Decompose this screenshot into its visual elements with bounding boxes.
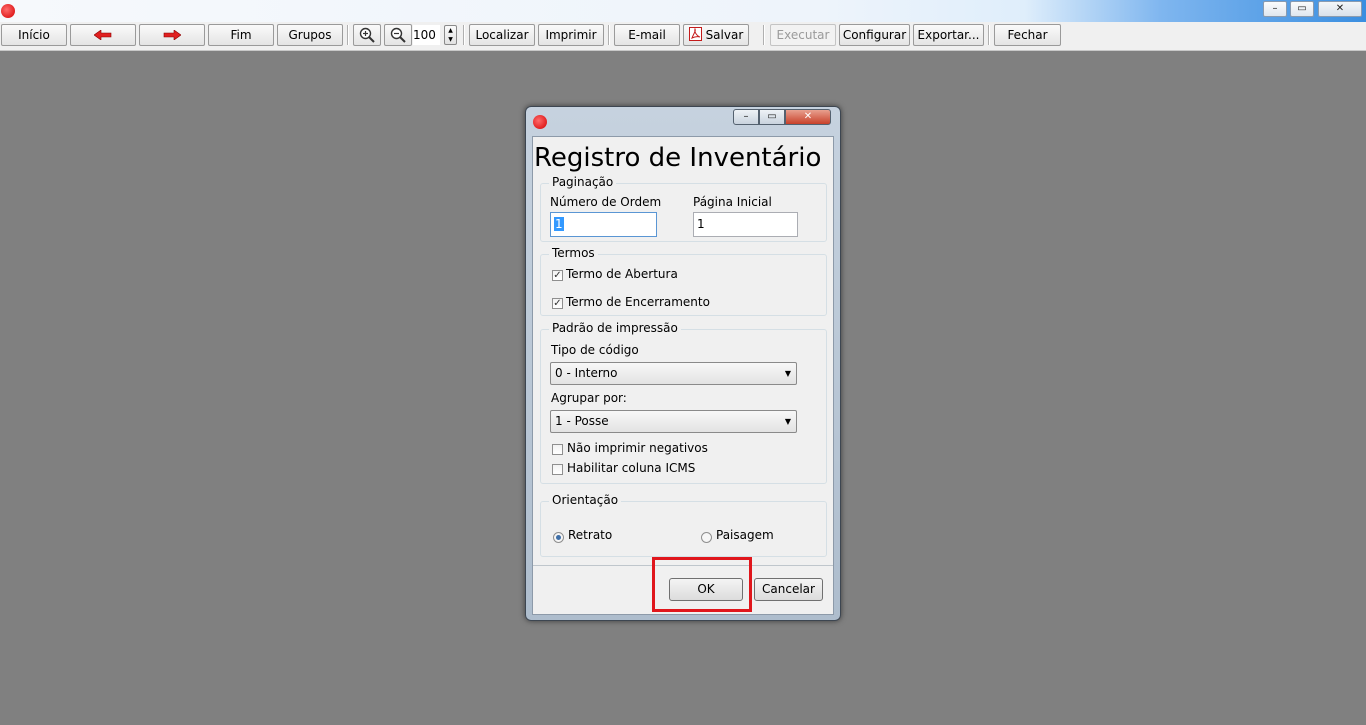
dialog-close-button[interactable]: ✕ bbox=[785, 109, 831, 125]
zoom-in-icon bbox=[359, 27, 375, 43]
grupos-button[interactable]: Grupos bbox=[277, 24, 343, 46]
arrow-left-icon bbox=[93, 29, 112, 41]
tipo-codigo-label: Tipo de código bbox=[551, 343, 639, 357]
dialog-body: Registro de Inventário Paginação Número … bbox=[532, 136, 834, 615]
configurar-button[interactable]: Configurar bbox=[839, 24, 910, 46]
dialog-logo-icon bbox=[533, 115, 547, 129]
paisagem-label[interactable]: Paisagem bbox=[716, 528, 774, 542]
dialog-minimize-button[interactable]: – bbox=[733, 109, 759, 125]
tipo-codigo-select[interactable]: 0 - Interno ▼ bbox=[550, 362, 797, 385]
chevron-up-icon[interactable]: ▲ bbox=[445, 26, 456, 35]
orientacao-legend: Orientação bbox=[549, 493, 622, 507]
chevron-down-icon: ▼ bbox=[784, 369, 791, 378]
tipo-codigo-value: 0 - Interno bbox=[555, 366, 618, 380]
inicio-button[interactable]: Início bbox=[1, 24, 67, 46]
termos-legend: Termos bbox=[549, 246, 598, 260]
toolbar-separator bbox=[763, 25, 765, 45]
registro-inventario-dialog: – ▭ ✕ Registro de Inventário Paginação N… bbox=[525, 106, 841, 621]
cancelar-button[interactable]: Cancelar bbox=[754, 578, 823, 601]
email-button[interactable]: E-mail bbox=[614, 24, 680, 46]
exportar-button[interactable]: Exportar... bbox=[913, 24, 984, 46]
termo-encerramento-checkbox[interactable]: ✓ bbox=[552, 298, 563, 309]
habilitar-icms-checkbox[interactable] bbox=[552, 464, 563, 475]
padrao-impressao-group: Padrão de impressão Tipo de código 0 - I… bbox=[540, 321, 827, 484]
termo-abertura-checkbox[interactable]: ✓ bbox=[552, 270, 563, 281]
executar-button[interactable]: Executar bbox=[770, 24, 836, 46]
chevron-down-icon: ▼ bbox=[784, 417, 791, 426]
dialog-maximize-button[interactable]: ▭ bbox=[759, 109, 785, 125]
salvar-button[interactable]: Salvar bbox=[683, 24, 749, 46]
close-button[interactable]: ✕ bbox=[1318, 1, 1362, 17]
restore-button[interactable]: ▭ bbox=[1290, 1, 1314, 17]
chevron-down-icon[interactable]: ▼ bbox=[445, 35, 456, 44]
agrupar-por-value: 1 - Posse bbox=[555, 414, 609, 428]
main-title-bar: – ▭ ✕ bbox=[0, 0, 1366, 22]
termo-abertura-label[interactable]: Termo de Abertura bbox=[566, 267, 678, 281]
pagina-inicial-label: Página Inicial bbox=[693, 195, 772, 209]
pdf-icon bbox=[688, 27, 702, 41]
zoom-value-field[interactable]: 100 bbox=[413, 25, 440, 45]
zoom-out-icon bbox=[390, 27, 406, 43]
minimize-button[interactable]: – bbox=[1263, 1, 1287, 17]
pagina-inicial-input[interactable]: 1 bbox=[693, 212, 798, 237]
salvar-label: Salvar bbox=[705, 28, 744, 42]
orientacao-group: Orientação Retrato Paisagem bbox=[540, 493, 827, 557]
next-page-button[interactable] bbox=[139, 24, 205, 46]
previous-page-button[interactable] bbox=[70, 24, 136, 46]
arrow-right-icon bbox=[163, 29, 182, 41]
agrupar-por-label: Agrupar por: bbox=[551, 391, 627, 405]
numero-ordem-value: 1 bbox=[554, 217, 564, 231]
padrao-impressao-legend: Padrão de impressão bbox=[549, 321, 681, 335]
toolbar-separator bbox=[463, 25, 465, 45]
nao-imprimir-negativos-label[interactable]: Não imprimir negativos bbox=[567, 441, 708, 455]
nao-imprimir-negativos-checkbox[interactable] bbox=[552, 444, 563, 455]
report-toolbar: Início Fim Grupos 100 ▲ ▼ Localizar Impr… bbox=[0, 22, 1366, 51]
termo-encerramento-label[interactable]: Termo de Encerramento bbox=[566, 295, 710, 309]
localizar-button[interactable]: Localizar bbox=[469, 24, 535, 46]
ok-highlight-box bbox=[652, 557, 752, 612]
fim-button[interactable]: Fim bbox=[208, 24, 274, 46]
numero-ordem-label: Número de Ordem bbox=[550, 195, 662, 209]
toolbar-separator bbox=[988, 25, 990, 45]
paginacao-group: Paginação Número de Ordem 1 Página Inici… bbox=[540, 175, 827, 242]
termos-group: Termos ✓ Termo de Abertura ✓ Termo de En… bbox=[540, 246, 827, 316]
retrato-label[interactable]: Retrato bbox=[568, 528, 612, 542]
app-logo-icon bbox=[1, 4, 15, 18]
paisagem-radio[interactable] bbox=[701, 532, 712, 543]
zoom-out-button[interactable] bbox=[384, 24, 412, 46]
retrato-radio[interactable] bbox=[553, 532, 564, 543]
agrupar-por-select[interactable]: 1 - Posse ▼ bbox=[550, 410, 797, 433]
dialog-title: Registro de Inventário bbox=[534, 143, 822, 173]
paginacao-legend: Paginação bbox=[549, 175, 617, 189]
habilitar-icms-label[interactable]: Habilitar coluna ICMS bbox=[567, 461, 695, 475]
fechar-button[interactable]: Fechar bbox=[994, 24, 1061, 46]
zoom-spinner[interactable]: ▲ ▼ bbox=[444, 25, 457, 45]
imprimir-button[interactable]: Imprimir bbox=[538, 24, 604, 46]
toolbar-separator bbox=[347, 25, 349, 45]
numero-ordem-input[interactable]: 1 bbox=[550, 212, 657, 237]
toolbar-separator bbox=[608, 25, 610, 45]
zoom-in-button[interactable] bbox=[353, 24, 381, 46]
